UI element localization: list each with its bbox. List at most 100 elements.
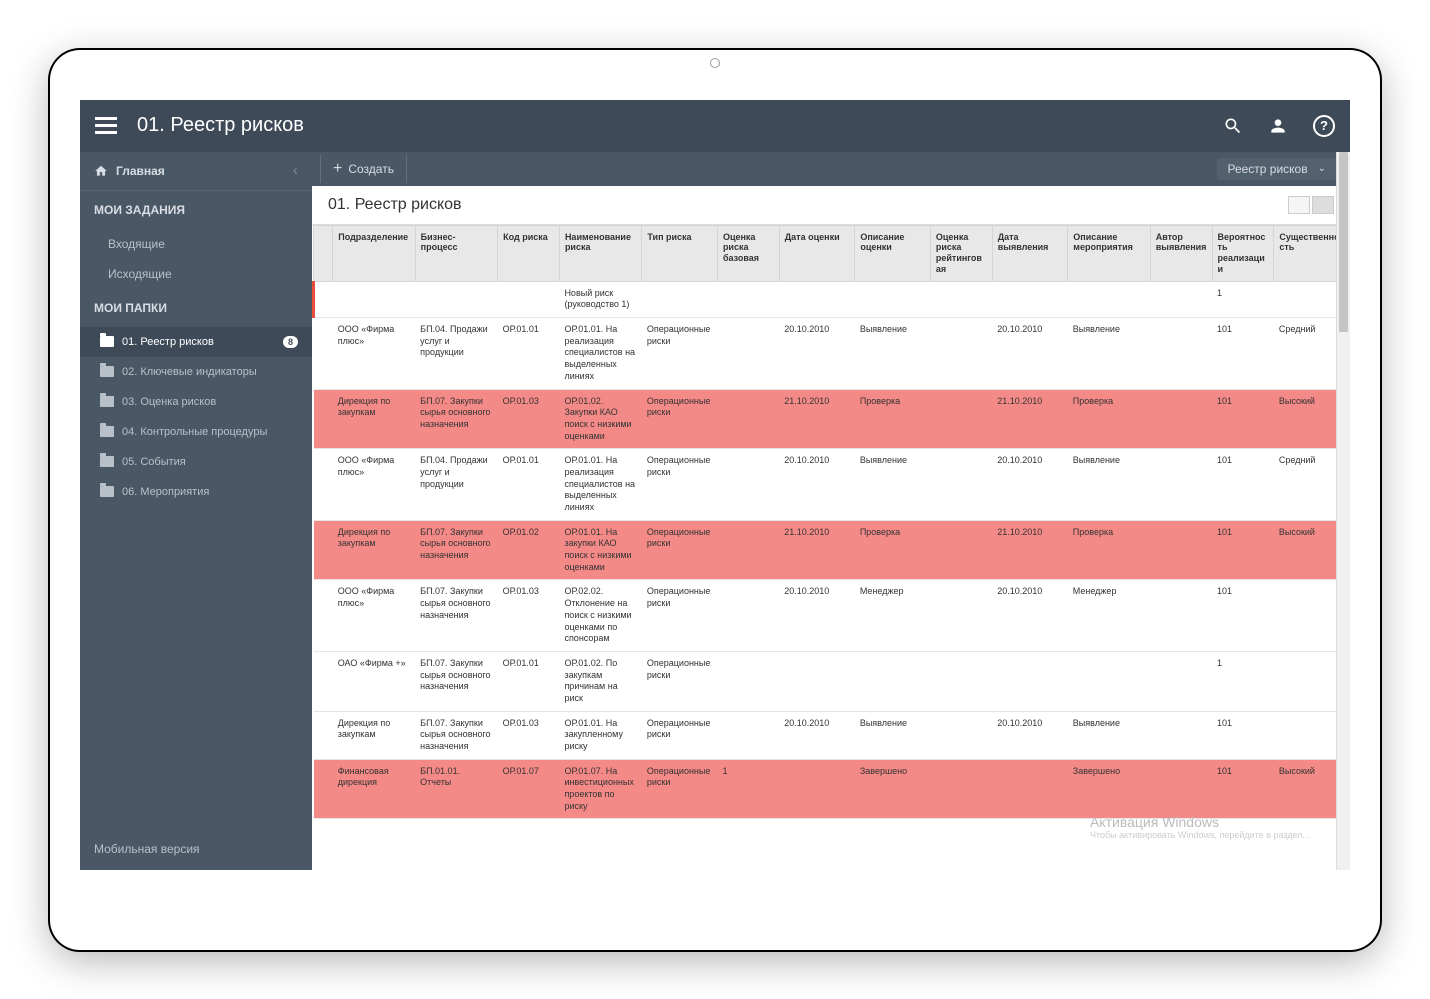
table-cell: ОР.01.02. По закупкам причинам на риск (559, 651, 641, 711)
column-header-4[interactable]: Наименование риска (559, 225, 641, 281)
table-cell: Операционные риски (642, 759, 718, 819)
vertical-scrollbar[interactable] (1336, 152, 1350, 870)
table-cell: 20.10.2010 (992, 318, 1068, 389)
table-cell: Операционные риски (642, 389, 718, 449)
column-header-3[interactable]: Код риска (498, 225, 560, 281)
table-cell: Выявление (1068, 711, 1150, 759)
column-header-1[interactable]: Подразделение (333, 225, 415, 281)
sidebar-folder-4[interactable]: 05. События (80, 447, 312, 477)
column-header-6[interactable]: Оценка риска базовая (717, 225, 779, 281)
chevron-down-icon: ⌄ (1318, 163, 1326, 174)
table-cell: Дирекция по закупкам (333, 711, 415, 759)
table-cell (992, 759, 1068, 819)
table-cell: Операционные риски (642, 520, 718, 580)
table-cell (314, 759, 333, 819)
table-cell (717, 580, 779, 651)
sidebar-folder-5[interactable]: 06. Мероприятия (80, 477, 312, 507)
camera-dot (710, 58, 720, 68)
table-cell (1150, 281, 1212, 317)
table-cell: 20.10.2010 (779, 711, 855, 759)
table-cell: ОР.02.02. Отклонение на поиск с низкими … (559, 580, 641, 651)
column-header-13[interactable]: Вероятность реализации (1212, 225, 1274, 281)
table-cell (1150, 520, 1212, 580)
column-header-5[interactable]: Тип риска (642, 225, 718, 281)
table-cell: ОР.01.01 (498, 449, 560, 520)
main-content: + Создать Реестр рисков ⌄ 01. Реестр рис… (312, 152, 1350, 870)
table-cell (930, 520, 992, 580)
folder-label: 03. Оценка рисков (122, 396, 298, 408)
table-cell: ООО «Фирма плюс» (333, 580, 415, 651)
table-cell: 101 (1212, 580, 1274, 651)
sidebar-folder-2[interactable]: 03. Оценка рисков (80, 387, 312, 417)
table-cell: Операционные риски (642, 711, 718, 759)
hamburger-icon[interactable] (95, 117, 117, 134)
help-icon[interactable]: ? (1313, 115, 1335, 137)
table-cell: ОР.01.03 (498, 389, 560, 449)
table-row[interactable]: Дирекция по закупкамБП.07. Закупки сырья… (314, 711, 1350, 759)
table-cell (930, 580, 992, 651)
column-header-12[interactable]: Автор выявления (1150, 225, 1212, 281)
sidebar-folder-0[interactable]: 01. Реестр рисков8 (80, 327, 312, 357)
view-card-button[interactable] (1312, 196, 1334, 214)
table-cell: ОР.01.01. На реализация специалистов на … (559, 449, 641, 520)
view-list-button[interactable] (1288, 196, 1310, 214)
table-cell: ОР.01.03 (498, 580, 560, 651)
table-cell: ОАО «Фирма +» (333, 651, 415, 711)
table-container[interactable]: ПодразделениеБизнес-процессКод рискаНаим… (312, 224, 1350, 870)
topbar: 01. Реестр рисков ? (80, 100, 1350, 152)
sidebar-item-outbox[interactable]: Исходящие (80, 259, 312, 289)
user-icon[interactable] (1268, 116, 1288, 136)
column-header-7[interactable]: Дата оценки (779, 225, 855, 281)
search-icon[interactable] (1223, 116, 1243, 136)
table-cell: Проверка (1068, 389, 1150, 449)
table-cell (855, 651, 931, 711)
app-title: 01. Реестр рисков (137, 114, 1223, 137)
mobile-version-link[interactable]: Мобильная версия (80, 828, 312, 870)
sidebar-item-inbox[interactable]: Входящие (80, 229, 312, 259)
table-cell: 21.10.2010 (992, 520, 1068, 580)
column-header-9[interactable]: Оценка риска рейтинговая (930, 225, 992, 281)
column-header-11[interactable]: Описание мероприятия (1068, 225, 1150, 281)
column-header-0[interactable] (314, 225, 333, 281)
table-cell (415, 281, 497, 317)
breadcrumb-pill[interactable]: Реестр рисков ⌄ (1217, 158, 1336, 180)
folder-icon (100, 426, 114, 437)
table-cell (1150, 389, 1212, 449)
table-cell: Финансовая дирекция (333, 759, 415, 819)
table-cell: ОР.01.01 (498, 318, 560, 389)
table-cell: Завершено (855, 759, 931, 819)
table-cell (314, 449, 333, 520)
column-header-2[interactable]: Бизнес-процесс (415, 225, 497, 281)
table-cell (930, 281, 992, 317)
table-row[interactable]: ООО «Фирма плюс»БП.04. Продажи услуг и п… (314, 449, 1350, 520)
column-header-8[interactable]: Описание оценки (855, 225, 931, 281)
table-cell: 101 (1212, 449, 1274, 520)
table-cell: 1 (717, 759, 779, 819)
table-row[interactable]: ООО «Фирма плюс»БП.07. Закупки сырья осн… (314, 580, 1350, 651)
column-header-10[interactable]: Дата выявления (992, 225, 1068, 281)
table-cell: БП.01.01. Отчеты (415, 759, 497, 819)
table-row[interactable]: Дирекция по закупкамБП.07. Закупки сырья… (314, 389, 1350, 449)
table-cell (314, 520, 333, 580)
table-row[interactable]: Дирекция по закупкамБП.07. Закупки сырья… (314, 520, 1350, 580)
table-cell: 1 (1212, 281, 1274, 317)
table-cell: БП.07. Закупки сырья основного назначени… (415, 520, 497, 580)
folder-icon (100, 396, 114, 407)
table-row[interactable]: ОАО «Фирма +»БП.07. Закупки сырья основн… (314, 651, 1350, 711)
scrollbar-thumb[interactable] (1339, 152, 1348, 332)
risk-table: ПодразделениеБизнес-процессКод рискаНаим… (312, 225, 1350, 820)
table-cell: Операционные риски (642, 449, 718, 520)
table-cell: Операционные риски (642, 580, 718, 651)
table-row[interactable]: Финансовая дирекцияБП.01.01. ОтчетыОР.01… (314, 759, 1350, 819)
table-row[interactable]: Новый риск (руководство 1)1 (314, 281, 1350, 317)
sidebar-home[interactable]: Главная ‹ (80, 152, 312, 191)
table-cell (1150, 449, 1212, 520)
create-button[interactable]: + Создать (320, 155, 407, 183)
sidebar-folder-1[interactable]: 02. Ключевые индикаторы (80, 357, 312, 387)
table-cell (717, 389, 779, 449)
page-heading: 01. Реестр рисков (328, 196, 1288, 214)
table-row[interactable]: ООО «Фирма плюс»БП.04. Продажи услуг и п… (314, 318, 1350, 389)
table-cell (717, 520, 779, 580)
sidebar-folder-3[interactable]: 04. Контрольные процедуры (80, 417, 312, 447)
folder-icon (100, 336, 114, 347)
